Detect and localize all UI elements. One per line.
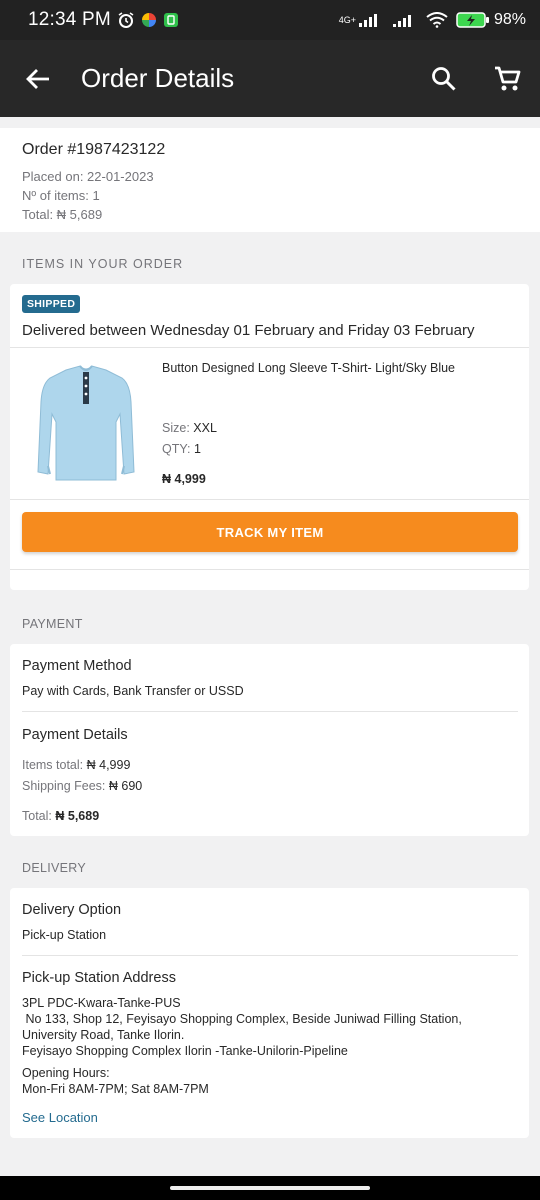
cart-icon xyxy=(495,66,521,90)
items-section-label: ITEMS IN YOUR ORDER xyxy=(22,257,184,271)
order-item-count: Nº of items: 1 xyxy=(22,188,100,203)
qty-label: QTY: xyxy=(162,442,191,456)
divider xyxy=(10,569,529,570)
cart-button[interactable] xyxy=(476,40,540,117)
signal-icon xyxy=(358,14,377,27)
home-gesture-handle[interactable] xyxy=(170,1186,370,1190)
battery-icon xyxy=(456,12,489,28)
delivery-option-value: Pick-up Station xyxy=(22,928,107,942)
battery-level: 98% xyxy=(493,11,526,28)
search-button[interactable] xyxy=(412,40,476,117)
product-name[interactable]: Button Designed Long Sleeve T-Shirt- Lig… xyxy=(162,361,512,375)
opening-hours-label: Opening Hours: xyxy=(22,1066,110,1080)
items-total-value: ₦ 4,999 xyxy=(86,758,131,772)
alarm-icon xyxy=(118,12,134,28)
items-total-label: Items total: xyxy=(22,758,84,772)
product-image[interactable] xyxy=(36,362,136,484)
total-label: Total: xyxy=(22,809,52,823)
payment-section-label: PAYMENT xyxy=(22,617,83,631)
divider xyxy=(22,955,518,956)
size-value: XXL xyxy=(193,421,217,435)
status-badge: SHIPPED xyxy=(22,295,81,313)
delivery-window: Delivered between Wednesday 01 February … xyxy=(22,322,475,339)
signal-2-icon xyxy=(392,15,411,27)
pinwheel-icon xyxy=(141,13,156,27)
address-line-3: University Road, Tanke Ilorin. xyxy=(22,1028,185,1042)
system-nav-bar xyxy=(0,1176,540,1200)
status-bar: 12:34 PM 4G+ 98% xyxy=(0,0,540,40)
app-bar: Order Details xyxy=(0,40,540,117)
divider xyxy=(22,711,518,712)
order-total: Total: ₦ 5,689 xyxy=(22,207,103,222)
arrow-left-icon xyxy=(26,68,49,89)
payment-method-title: Payment Method xyxy=(22,658,132,674)
order-number: Order #1987423122 xyxy=(22,141,166,158)
payment-details-title: Payment Details xyxy=(22,727,128,743)
opening-hours-value: Mon-Fri 8AM-7PM; Sat 8AM-7PM xyxy=(22,1082,209,1096)
page-title: Order Details xyxy=(81,63,235,93)
track-item-button[interactable]: TRACK MY ITEM xyxy=(22,512,518,552)
app-notification-icon xyxy=(163,13,178,27)
network-type: 4G+ xyxy=(338,14,356,25)
qty-value: 1 xyxy=(193,442,201,456)
back-button[interactable] xyxy=(0,40,78,117)
address-line-1: 3PL PDC-Kwara-Tanke-PUS xyxy=(22,996,181,1010)
divider xyxy=(10,347,529,348)
delivery-option-title: Delivery Option xyxy=(22,902,122,918)
product-qty: QTY: 1 xyxy=(162,442,201,456)
total-value: ₦ 5,689 xyxy=(55,809,100,823)
size-label: Size: xyxy=(162,421,190,435)
items-total: Items total: ₦ 4,999 xyxy=(22,758,130,772)
payment-method-value: Pay with Cards, Bank Transfer or USSD xyxy=(22,684,244,698)
see-location-link[interactable]: See Location xyxy=(22,1110,98,1125)
product-size: Size: XXL xyxy=(162,421,217,435)
order-summary-card: Order #1987423122 Placed on: 22-01-2023 … xyxy=(0,128,540,232)
shipping-fees: Shipping Fees: ₦ 690 xyxy=(22,779,142,793)
address-line-4: Feyisayo Shopping Complex Ilorin -Tanke-… xyxy=(22,1044,348,1058)
search-icon xyxy=(432,66,456,91)
payment-total: Total: ₦ 5,689 xyxy=(22,809,99,823)
status-time: 12:34 PM xyxy=(28,9,111,30)
shipping-value: ₦ 690 xyxy=(108,779,143,793)
divider xyxy=(10,499,529,500)
product-price: ₦ 4,999 xyxy=(162,472,206,486)
delivery-section-label: DELIVERY xyxy=(22,861,87,875)
address-line-2: No 133, Shop 12, Feyisayo Shopping Compl… xyxy=(22,1012,462,1026)
pickup-address-title: Pick-up Station Address xyxy=(22,970,176,986)
order-placed-date: Placed on: 22-01-2023 xyxy=(22,169,154,184)
shipping-label: Shipping Fees: xyxy=(22,779,106,793)
wifi-icon xyxy=(426,12,448,28)
